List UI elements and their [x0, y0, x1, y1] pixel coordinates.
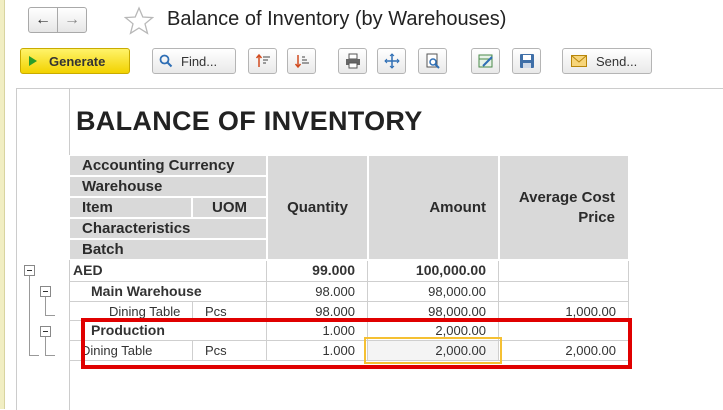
sort-ascending-button[interactable]: [248, 48, 277, 74]
send-label: Send...: [596, 53, 638, 69]
sort-descending-icon: [294, 55, 309, 69]
tree-line: [45, 297, 46, 315]
envelope-icon: [571, 55, 587, 67]
send-button[interactable]: Send...: [562, 48, 652, 74]
header-avg-line2: Price: [578, 208, 615, 226]
arrow-left-icon: ←: [35, 11, 51, 28]
title-bar: ← → Balance of Inventory (by Warehouses): [4, 0, 723, 44]
header-warehouse: Warehouse: [69, 176, 267, 197]
sort-ascending-icon: [255, 53, 270, 67]
toolbar: Generate Find... Send...: [4, 44, 723, 80]
tree-line: [45, 337, 46, 355]
find-label: Find...: [181, 53, 218, 69]
play-icon: [29, 56, 37, 66]
row-main-warehouse-quantity: 98.000: [267, 282, 368, 302]
header-characteristics: Characteristics: [69, 218, 267, 239]
collapse-production-toggle[interactable]: [40, 326, 51, 337]
preview-button[interactable]: [418, 48, 447, 74]
row-aed-quantity: 99.000: [267, 261, 368, 282]
header-quantity: Quantity: [267, 155, 368, 260]
header-quantity-label: Quantity: [287, 199, 348, 216]
header-average-cost-price: Average Cost Price: [499, 155, 629, 260]
print-button[interactable]: [338, 48, 367, 74]
row-main-warehouse-amount: 98,000.00: [368, 282, 499, 302]
generate-label: Generate: [49, 53, 106, 69]
tree-line: [29, 276, 30, 355]
row-aed-name: AED: [69, 261, 267, 282]
header-uom: UOM: [192, 197, 267, 218]
header-batch: Batch: [69, 239, 267, 260]
print-preview-icon: [426, 53, 440, 69]
tree-line: [45, 355, 55, 356]
sort-descending-button[interactable]: [287, 48, 316, 74]
tree-line: [45, 315, 55, 316]
generate-button[interactable]: Generate: [20, 48, 130, 74]
header-amount: Amount: [368, 155, 499, 260]
row-main-warehouse-name: Main Warehouse: [69, 282, 267, 302]
row-main-warehouse-avg: [499, 282, 629, 302]
header-accounting-currency: Accounting Currency: [69, 155, 267, 176]
report-title: BALANCE OF INVENTORY: [76, 106, 423, 136]
favorite-star-icon[interactable]: [124, 6, 154, 36]
forward-button[interactable]: →: [57, 7, 87, 33]
move-arrows-icon: [383, 53, 400, 69]
floppy-disk-icon: [519, 54, 534, 68]
row-aed-amount: 100,000.00: [368, 261, 499, 282]
move-button[interactable]: [377, 48, 406, 74]
collapse-main-warehouse-toggle[interactable]: [40, 286, 51, 297]
header-avg-line1: Average Cost: [518, 188, 615, 206]
magnifier-icon: [159, 54, 173, 68]
edit-button[interactable]: [471, 48, 500, 74]
tree-line: [29, 355, 39, 356]
printer-icon: [345, 53, 360, 69]
collapse-aed-toggle[interactable]: [24, 265, 35, 276]
back-button[interactable]: ←: [28, 7, 58, 33]
window-title: Balance of Inventory (by Warehouses): [167, 8, 507, 30]
arrow-right-icon: →: [64, 11, 80, 28]
edit-table-icon: [478, 54, 493, 68]
save-button[interactable]: [512, 48, 541, 74]
row-aed-avg: [499, 261, 629, 282]
header-amount-label: Amount: [429, 199, 486, 216]
header-item: Item: [69, 197, 192, 218]
highlight-annotation-box: [81, 318, 632, 369]
find-button[interactable]: Find...: [152, 48, 236, 74]
